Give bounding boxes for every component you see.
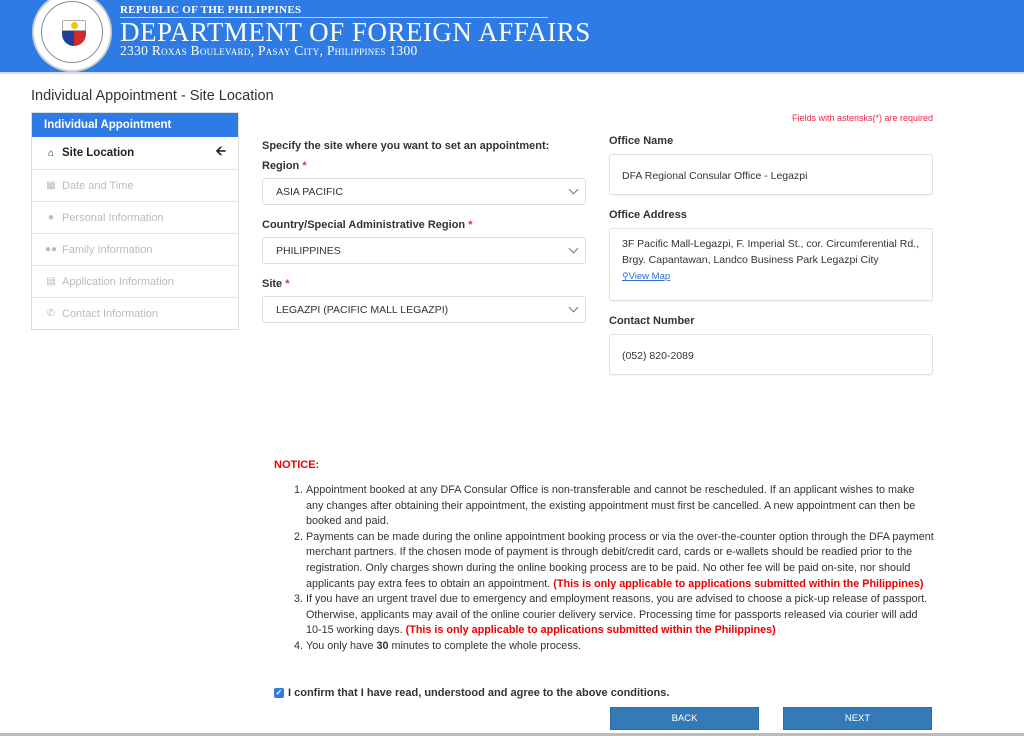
office-info: Office Name DFA Regional Consular Office… [609,135,933,389]
header-subtitle: REPUBLIC OF THE PHILIPPINES [120,4,302,16]
sidebar-item-label: Personal Information [62,211,164,224]
sidebar-item-label: Contact Information [62,307,158,320]
sidebar-item-personal-information[interactable]: ● Personal Information [32,201,238,233]
sidebar: Individual Appointment ⌂ Site Location 🡨… [31,112,239,330]
required-marker: * [302,160,307,172]
notice-item: If you have an urgent travel due to emer… [306,592,934,639]
required-marker: * [468,219,473,231]
sidebar-item-label: Family Information [62,243,153,256]
required-fields-note: Fields with asterisks(*) are required [791,113,933,123]
required-marker: * [285,278,290,290]
user-icon: ● [47,212,55,223]
notice-item: Appointment booked at any DFA Consular O… [306,483,934,530]
sidebar-item-contact-information[interactable]: ✆ Contact Information [32,297,238,329]
sidebar-item-application-information[interactable]: ▤ Application Information [32,265,238,297]
page-title: Individual Appointment - Site Location [31,88,274,104]
form-intro: Specify the site where you want to set a… [262,140,550,152]
chevron-down-icon [568,302,579,313]
country-value: PHILIPPINES [276,244,341,257]
office-address-label: Office Address [609,209,687,221]
chevron-down-icon [568,243,579,254]
contact-number-value: (052) 820-2089 [622,350,694,362]
users-icon: ●● [44,244,58,255]
region-value: ASIA PACIFIC [276,185,343,198]
site-header: REPUBLIC OF THE PHILIPPINES DEPARTMENT O… [0,0,1024,74]
office-address-field: 3F Pacific Mall-Legazpi, F. Imperial St.… [609,228,933,301]
confirm-checkbox[interactable]: ✓ [274,688,284,698]
office-name-value: DFA Regional Consular Office - Legazpi [622,170,808,182]
next-button[interactable]: NEXT [783,707,932,730]
notice-section: NOTICE: Appointment booked at any DFA Co… [274,459,934,655]
country-label: Country/Special Administrative Region * [262,219,473,231]
phone-icon: ✆ [46,308,56,319]
sidebar-item-label: Application Information [62,275,174,288]
confirm-row: ✓ I confirm that I have read, understood… [274,687,669,699]
site-label: Site * [262,278,290,290]
header-address: 2330 Roxas Boulevard, Pasay City, Philip… [120,43,418,58]
home-icon: ⌂ [47,147,55,159]
sidebar-item-site-location[interactable]: ⌂ Site Location 🡨 [32,137,238,169]
region-select[interactable]: ASIA PACIFIC [262,178,586,205]
site-select[interactable]: LEGAZPI (PACIFIC MALL LEGAZPI) [262,296,586,323]
list-icon: ▤ [46,276,56,287]
notice-title: NOTICE: [274,459,320,471]
notice-highlight: (This is only applicable to applications… [405,624,776,637]
calendar-icon: ▦ [46,180,56,191]
view-map-link[interactable]: ⚲View Map [622,270,670,283]
arrow-left-icon: 🡨 [215,143,226,158]
dfa-seal-icon [32,0,112,72]
site-value: LEGAZPI (PACIFIC MALL LEGAZPI) [276,303,449,316]
contact-number-label: Contact Number [609,315,695,327]
office-address-value: 3F Pacific Mall-Legazpi, F. Imperial St.… [622,238,920,266]
sidebar-heading: Individual Appointment [32,113,238,137]
chevron-down-icon [568,184,579,195]
sidebar-item-date-and-time[interactable]: ▦ Date and Time [32,169,238,201]
sidebar-item-label: Site Location [62,147,135,159]
sidebar-item-label: Date and Time [62,179,134,192]
notice-item: You only have 30 minutes to complete the… [306,639,934,655]
contact-number-field: (052) 820-2089 [609,334,933,375]
map-pin-icon: ⚲ [622,271,629,281]
sidebar-item-family-information[interactable]: ●● Family Information [32,233,238,265]
country-select[interactable]: PHILIPPINES [262,237,586,264]
time-limit: 30 [376,639,389,652]
office-name-field: DFA Regional Consular Office - Legazpi [609,154,933,195]
notice-list: Appointment booked at any DFA Consular O… [274,483,934,655]
confirm-label: I confirm that I have read, understood a… [288,687,670,699]
site-form: Specify the site where you want to set a… [262,140,586,337]
notice-highlight: (This is only applicable to applications… [553,577,924,590]
region-label: Region * [262,160,307,172]
back-button[interactable]: BACK [610,707,759,730]
office-name-label: Office Name [609,135,674,147]
notice-item: Payments can be made during the online a… [306,530,934,592]
